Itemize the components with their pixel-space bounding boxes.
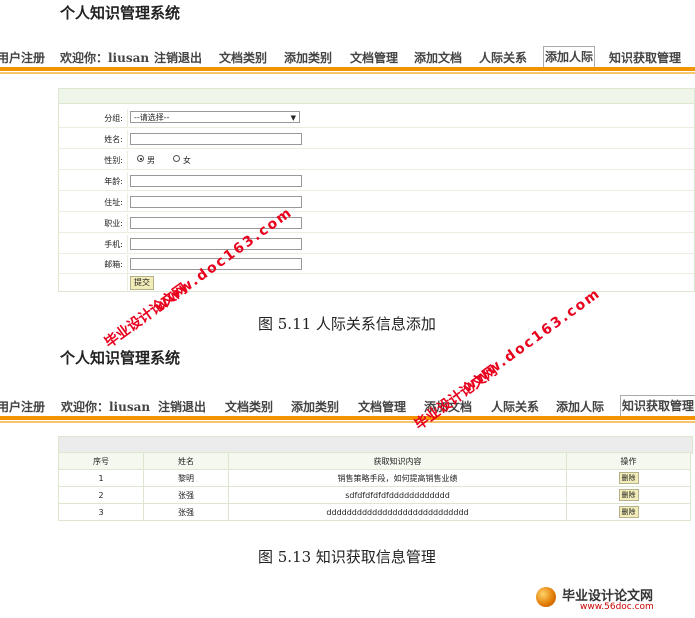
cell-name: 张强 — [143, 503, 229, 521]
nav-add-category[interactable]: 添加类别 — [291, 398, 339, 415]
submit-button[interactable]: 提交 — [130, 276, 154, 290]
cell-content: dddddddddddddddddddddddddddd — [228, 503, 567, 521]
fig2-caption: 图 5.13 知识获取信息管理 — [258, 548, 436, 566]
cell-content: 销售策略手段，如何提高销售业绩 — [228, 469, 567, 487]
age-label: 年龄: — [104, 177, 123, 186]
nav-add-category[interactable]: 添加类别 — [284, 49, 332, 66]
globe-icon — [536, 587, 556, 607]
cell-name: 张强 — [143, 486, 229, 504]
group-label: 分组: — [104, 114, 123, 123]
chevron-down-icon: ▼ — [290, 114, 296, 122]
watermark-logo: 毕业设计论文网 www.56doc.com — [530, 585, 690, 615]
nav-doc-manage[interactable]: 文档管理 — [358, 398, 406, 415]
form-row-submit: 提交 — [59, 274, 694, 292]
phone-label: 手机: — [104, 240, 123, 249]
fig2-system-title: 个人知识管理系统 — [60, 349, 181, 367]
col-header-index: 序号 — [58, 452, 144, 470]
fig1-form-panel: 分组: --请选择-- ▼ 姓名: 性别: 男 女 年龄: 住址: 职业: 手机… — [58, 88, 695, 292]
form-row-phone: 手机: — [59, 235, 694, 254]
cell-index: 2 — [58, 486, 144, 504]
form-row-group: 分组: --请选择-- ▼ — [59, 109, 694, 128]
delete-button[interactable]: 删除 — [618, 506, 639, 518]
logo-sub-text: www.56doc.com — [580, 602, 654, 612]
nav-logout[interactable]: 注销退出 — [158, 398, 206, 415]
fig1-nav-underline-light — [0, 72, 695, 74]
fig1-caption: 图 5.11 人际关系信息添加 — [258, 315, 436, 333]
name-label: 姓名: — [104, 135, 123, 144]
form-row-job: 职业: — [59, 214, 694, 233]
form-panel-header — [59, 89, 694, 104]
knowledge-table: 序号 姓名 获取知识内容 操作 1 黎明 销售策略手段，如何提高销售业绩 删除 … — [58, 452, 691, 521]
form-row-email: 邮箱: — [59, 255, 694, 274]
nav-doc-category[interactable]: 文档类别 — [225, 398, 273, 415]
gender-male-radio[interactable] — [137, 155, 144, 162]
nav-relations[interactable]: 人际关系 — [479, 49, 527, 66]
nav-knowledge-manage[interactable]: 知识获取管理 — [620, 395, 695, 416]
fig2-nav-underline — [0, 416, 695, 420]
cell-index: 1 — [58, 469, 144, 487]
cell-index: 3 — [58, 503, 144, 521]
nav-relations[interactable]: 人际关系 — [491, 398, 539, 415]
nav-add-relation[interactable]: 添加人际 — [556, 398, 604, 415]
gender-female-label: 女 — [183, 156, 191, 165]
form-row-age: 年龄: — [59, 172, 694, 191]
cell-name: 黎明 — [143, 469, 229, 487]
cell-content: sdfdfdfdfdfdddddddddddd — [228, 486, 567, 504]
email-label: 邮箱: — [104, 260, 123, 269]
form-row-gender: 性别: 男 女 — [59, 151, 694, 170]
address-input[interactable] — [130, 196, 302, 208]
table-row: 2 张强 sdfdfdfdfdfdddddddddddd 删除 — [58, 486, 691, 504]
nav-welcome: 欢迎你：liusan — [60, 51, 150, 65]
delete-button[interactable]: 删除 — [618, 472, 639, 484]
nav-knowledge-manage[interactable]: 知识获取管理 — [609, 49, 681, 66]
col-header-name: 姓名 — [143, 452, 229, 470]
nav-logout[interactable]: 注销退出 — [154, 49, 202, 66]
gender-label: 性别: — [104, 156, 123, 165]
table-row: 3 张强 dddddddddddddddddddddddddddd 删除 — [58, 503, 691, 521]
fig1-nav-underline — [0, 67, 695, 71]
job-label: 职业: — [104, 219, 123, 228]
col-header-action: 操作 — [566, 452, 691, 470]
group-select[interactable]: --请选择-- ▼ — [130, 111, 300, 123]
watermark-url-2: www.doc163.com — [460, 285, 604, 396]
nav-add-doc[interactable]: 添加文档 — [414, 49, 462, 66]
table-row: 1 黎明 销售策略手段，如何提高销售业绩 删除 — [58, 469, 691, 487]
address-label: 住址: — [104, 198, 123, 207]
gender-male-label: 男 — [147, 156, 155, 165]
gender-female-radio[interactable] — [173, 155, 180, 162]
fig2-nav-underline-light — [0, 421, 695, 423]
name-input[interactable] — [130, 133, 302, 145]
nav-add-relation[interactable]: 添加人际 — [543, 46, 596, 67]
form-row-name: 姓名: — [59, 130, 694, 149]
form-row-address: 住址: — [59, 193, 694, 212]
fig1-system-title: 个人知识管理系统 — [60, 4, 181, 22]
nav-doc-category[interactable]: 文档类别 — [219, 49, 267, 66]
nav-register[interactable]: 用户注册 — [0, 49, 45, 66]
delete-button[interactable]: 删除 — [618, 489, 639, 501]
nav-register[interactable]: 用户注册 — [0, 398, 45, 415]
nav-doc-manage[interactable]: 文档管理 — [350, 49, 398, 66]
phone-input[interactable] — [130, 238, 302, 250]
table-header-row: 序号 姓名 获取知识内容 操作 — [58, 452, 691, 470]
col-header-content: 获取知识内容 — [228, 452, 567, 470]
age-input[interactable] — [130, 175, 302, 187]
nav-welcome: 欢迎你：liusan — [61, 400, 151, 414]
